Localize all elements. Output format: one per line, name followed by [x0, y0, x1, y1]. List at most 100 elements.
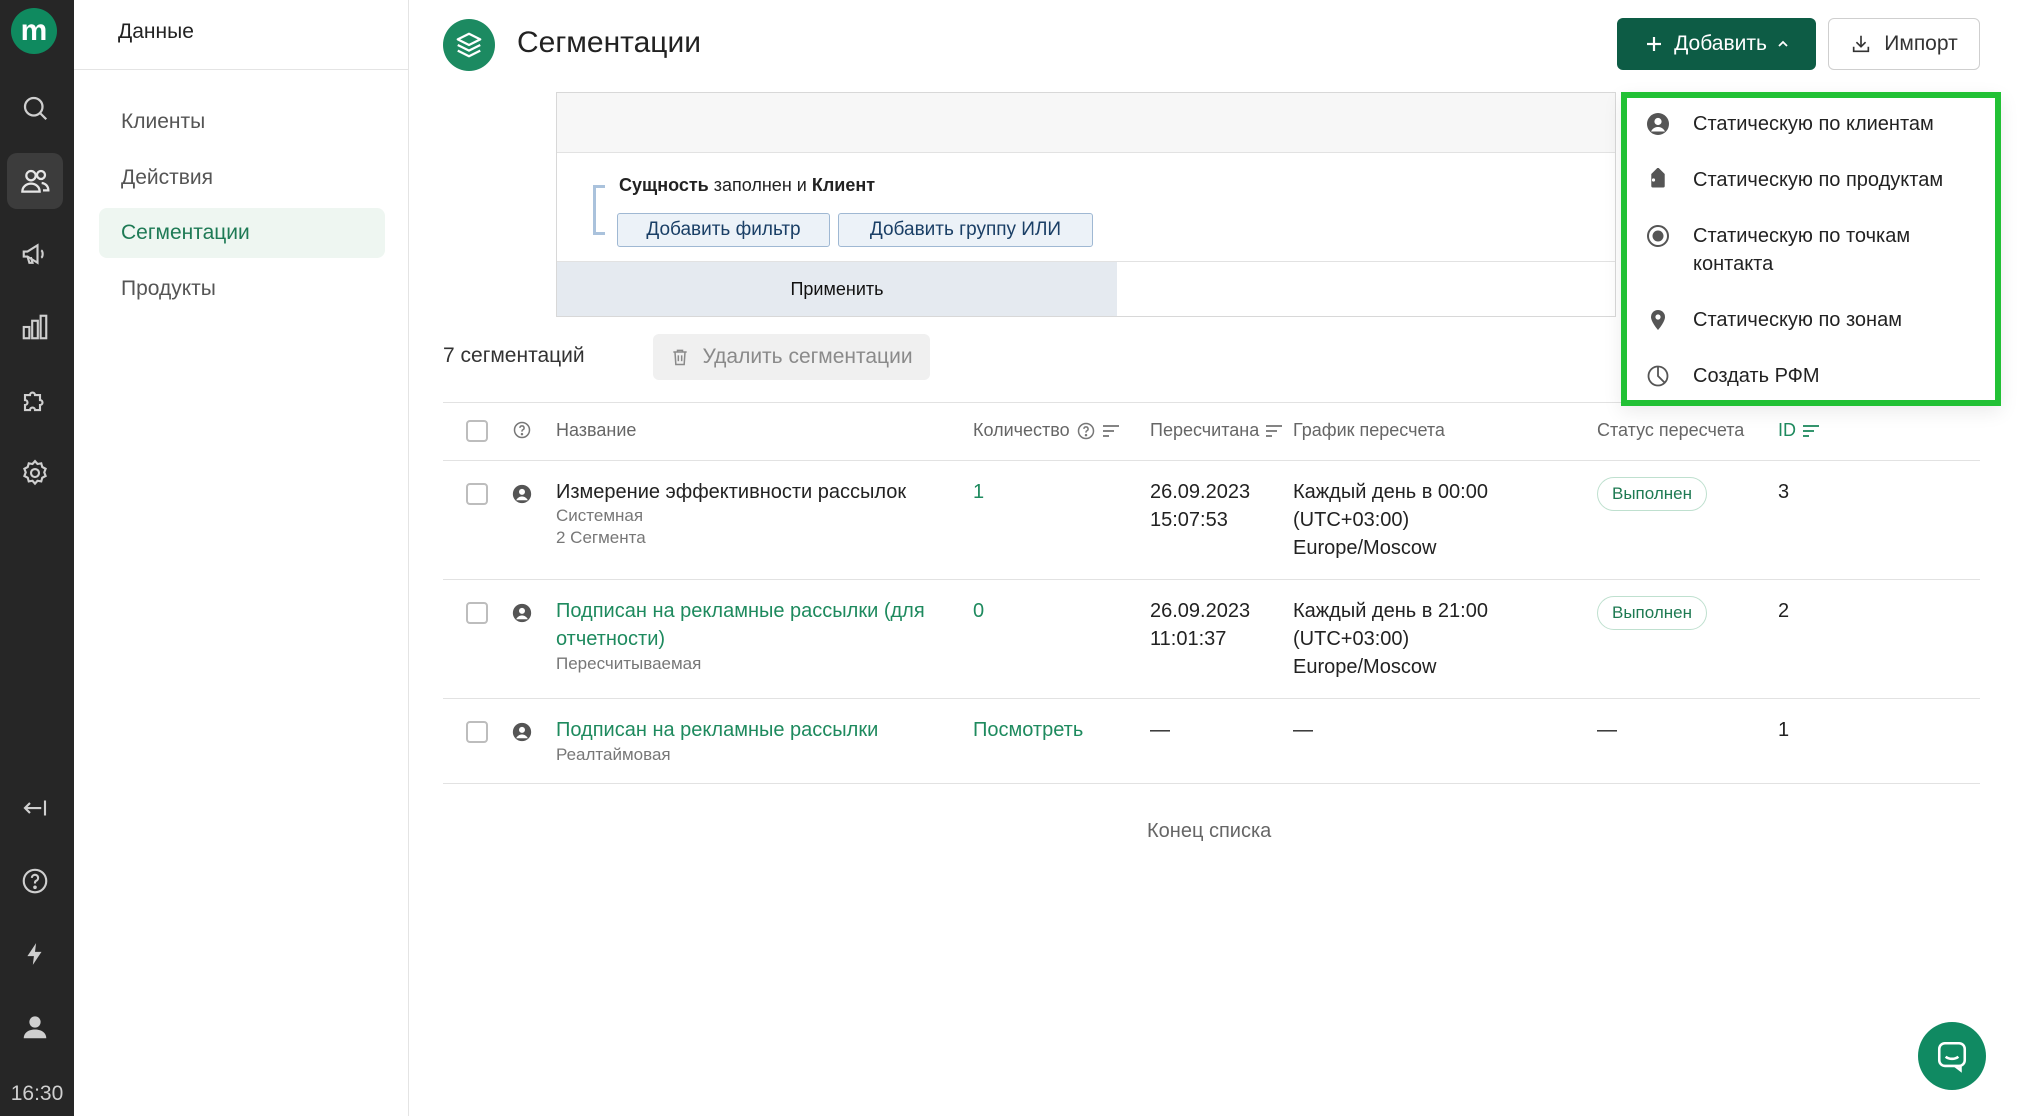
row-zone-name: Europe/Moscow: [1293, 656, 1437, 678]
row-id: 2: [1778, 600, 1790, 622]
row-type: Системная: [556, 506, 644, 525]
user-circle-icon: [1645, 110, 1671, 138]
row-timezone: (UTC+03:00): [1293, 628, 1410, 650]
condition-filled: заполнен: [713, 175, 792, 195]
row-name-link[interactable]: Подписан на рекламные рассылки: [556, 716, 878, 744]
status-badge: Выполнен: [1597, 596, 1707, 630]
row-quantity-link[interactable]: 1: [973, 478, 984, 506]
column-header-recalculated[interactable]: Пересчитана: [1150, 420, 1283, 441]
filter-panel-header: [557, 93, 1615, 153]
row-divider: [443, 698, 1980, 699]
table-bottom-border: [443, 783, 1980, 784]
segmentation-count: 7 сегментаций: [443, 344, 585, 367]
import-button-label: Импорт: [1884, 32, 1958, 55]
column-header-quantity[interactable]: Количество: [973, 420, 1120, 441]
row-quantity-link[interactable]: 0: [973, 597, 984, 625]
help-column-icon[interactable]: [512, 420, 532, 440]
row-date: 26.09.2023: [1150, 600, 1251, 622]
icon-rail: m 16:30: [0, 0, 74, 1116]
sidebar-divider: [74, 69, 408, 70]
radio-target-icon: [1645, 222, 1671, 250]
section-sidebar: Данные Клиенты Действия Сегментации Прод…: [74, 0, 409, 1116]
sidebar-item-products[interactable]: Продукты: [99, 264, 385, 314]
import-button[interactable]: Импорт: [1828, 18, 1980, 70]
view-quantity-link[interactable]: Посмотреть: [973, 716, 1083, 744]
select-all-checkbox[interactable]: [466, 420, 488, 442]
row-id: 3: [1778, 481, 1790, 503]
add-button-label: Добавить: [1674, 32, 1767, 55]
collapse-icon[interactable]: [7, 780, 63, 836]
row-divider: [443, 579, 1980, 580]
app-logo[interactable]: m: [11, 8, 57, 54]
menu-item-label-group: Статическую по точкам контакта: [1693, 222, 1910, 278]
sidebar-item-actions[interactable]: Действия: [99, 153, 385, 203]
sidebar-item-clients[interactable]: Клиенты: [99, 97, 385, 147]
menu-item-label: Статическую по клиентам: [1693, 113, 1934, 135]
row-type: Реалтаймовая: [556, 745, 671, 764]
download-icon: [1853, 35, 1870, 53]
row-timezone: (UTC+03:00): [1293, 509, 1410, 531]
profile-icon[interactable]: [7, 999, 63, 1055]
menu-item-label: Статическую по точкам: [1693, 225, 1911, 247]
chat-support-button[interactable]: [1918, 1022, 1986, 1090]
row-status: —: [1597, 719, 1617, 741]
filter-group-bracket: [593, 185, 605, 235]
lightning-icon[interactable]: [7, 926, 63, 982]
row-date: —: [1150, 719, 1170, 741]
filter-panel: Сущность заполнен и Клиент Добавить филь…: [556, 92, 1616, 317]
row-checkbox[interactable]: [466, 483, 488, 505]
menu-item-create-rfm[interactable]: Создать РФМ: [1645, 362, 1820, 390]
row-name-link[interactable]: Подписан на рекламные рассылки (для: [556, 597, 925, 625]
menu-item-static-touchpoints[interactable]: Статическую по точкам контакта: [1645, 222, 1910, 278]
column-header-id[interactable]: ID: [1778, 420, 1820, 441]
status-badge: Выполнен: [1597, 477, 1707, 511]
user-circle-icon: [512, 722, 532, 742]
row-id: 1: [1778, 719, 1790, 741]
help-icon: [1077, 422, 1094, 439]
users-icon[interactable]: [7, 153, 63, 209]
condition-entity: Сущность: [619, 175, 709, 195]
gear-icon[interactable]: [7, 445, 63, 501]
menu-item-label: Статическую по продуктам: [1693, 169, 1944, 191]
menu-item-static-clients[interactable]: Статическую по клиентам: [1645, 110, 1934, 138]
filter-panel-footer: Применить: [557, 261, 1615, 316]
puzzle-icon[interactable]: [7, 372, 63, 428]
row-date: 26.09.2023: [1150, 481, 1251, 503]
sidebar-title: Данные: [118, 20, 194, 43]
row-name-link-cont[interactable]: отчетности): [556, 625, 665, 653]
search-icon[interactable]: [7, 80, 63, 136]
add-or-group-button[interactable]: Добавить группу ИЛИ: [838, 213, 1093, 247]
map-pin-icon: [1645, 306, 1671, 334]
help-icon[interactable]: [7, 853, 63, 909]
menu-item-static-products[interactable]: Статическую по продуктам: [1645, 166, 1943, 194]
sort-icon: [1102, 424, 1119, 437]
sidebar-item-segmentations[interactable]: Сегментации: [99, 208, 385, 258]
row-schedule: —: [1293, 719, 1313, 741]
add-filter-button[interactable]: Добавить фильтр: [617, 213, 830, 247]
page-title: Сегментации: [517, 26, 701, 59]
row-checkbox[interactable]: [466, 602, 488, 624]
row-checkbox[interactable]: [466, 721, 488, 743]
menu-item-static-zones[interactable]: Статическую по зонам: [1645, 306, 1902, 334]
row-name[interactable]: Измерение эффективности рассылок: [556, 478, 906, 506]
bar-chart-icon[interactable]: [7, 299, 63, 355]
column-header-status[interactable]: Статус пересчета: [1597, 420, 1744, 441]
column-header-name[interactable]: Название: [556, 420, 636, 441]
clock-time: 16:30: [10, 1082, 64, 1105]
row-schedule: Каждый день в 00:00: [1293, 481, 1488, 503]
column-header-schedule[interactable]: График пересчета: [1293, 420, 1445, 441]
sort-icon: [1266, 424, 1283, 437]
plus-icon: [1647, 37, 1662, 51]
apply-button[interactable]: Применить: [557, 262, 1117, 316]
row-schedule: Каждый день в 21:00: [1293, 600, 1488, 622]
layers-icon: [443, 19, 495, 71]
add-button[interactable]: Добавить: [1617, 18, 1816, 70]
row-time: 11:01:37: [1150, 628, 1227, 650]
megaphone-icon[interactable]: [7, 226, 63, 282]
user-circle-icon: [512, 484, 532, 504]
condition-and: и: [796, 175, 807, 195]
add-dropdown-menu: Статическую по клиентам Статическую по п…: [1621, 92, 2001, 406]
delete-segmentations-button[interactable]: Удалить сегментации: [653, 334, 930, 380]
row-time: 15:07:53: [1150, 509, 1228, 531]
pie-chart-icon: [1645, 362, 1671, 390]
